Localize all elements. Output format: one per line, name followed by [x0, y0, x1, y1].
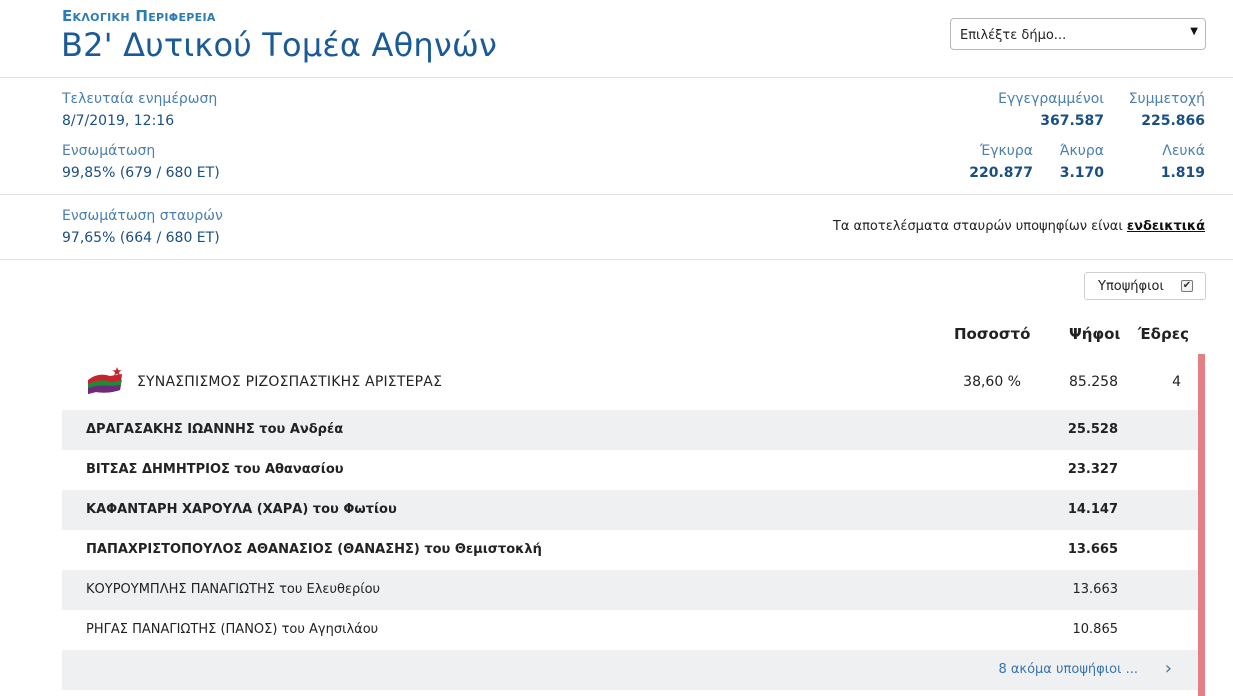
candidate-row: ΚΑΦΑΝΤΑΡΗ ΧΑΡΟΥΛΑ (ΧΑΡΑ) του Φωτίου 14.1… — [62, 490, 1198, 530]
invalid-value: 3.170 — [1059, 165, 1104, 181]
candidate-votes: 13.665 — [1067, 542, 1118, 557]
candidate-votes: 13.663 — [1072, 582, 1119, 597]
candidate-name: ΔΡΑΓΑΣΑΚΗΣ ΙΩΑΝΝΗΣ του Ανδρέα — [86, 422, 344, 437]
municipality-select-placeholder: Επιλέξτε δήμο... — [960, 28, 1067, 43]
valid-label: Έγκυρα — [979, 143, 1033, 159]
candidate-votes: 14.147 — [1067, 502, 1118, 517]
candidate-row: ΠΑΠΑΧΡΙΣΤΟΠΟΥΛΟΣ ΑΘΑΝΑΣΙΟΣ (ΘΑΝΑΣΗΣ) του… — [62, 530, 1198, 570]
party-votes: 85.258 — [1069, 374, 1118, 390]
column-header-votes: Ψήφοι — [1069, 325, 1121, 343]
party-seats: 4 — [1172, 374, 1181, 390]
registered-label: Εγγεγραμμένοι — [998, 91, 1104, 107]
candidate-name: ΚΑΦΑΝΤΑΡΗ ΧΑΡΟΥΛΑ (ΧΑΡΑ) του Φωτίου — [86, 502, 397, 517]
party-row[interactable]: ΣΥΝΑΣΠΙΣΜΟΣ ΡΙΖΟΣΠΑΣΤΙΚΗΣ ΑΡΙΣΤΕΡΑΣ 38,6… — [62, 356, 1198, 410]
last-update-label: Τελευταία ενημέρωση — [62, 91, 218, 107]
candidate-votes: 23.327 — [1067, 462, 1118, 477]
valid-value: 220.877 — [969, 165, 1033, 181]
party-color-bar — [1198, 354, 1205, 696]
blank-label: Λευκά — [1162, 143, 1205, 159]
candidate-row: ΚΟΥΡΟΥΜΠΛΗΣ ΠΑΝΑΓΙΩΤΗΣ του Ελευθερίου 13… — [62, 570, 1198, 610]
column-header-seats: Έδρες — [1138, 325, 1189, 343]
page-title: Β2' Δυτικού Τομέα Αθηνών — [61, 26, 498, 64]
candidate-row: ΒΙΤΣΑΣ ΔΗΜΗΤΡΙΟΣ του Αθανασίου 23.327 — [62, 450, 1198, 490]
cross-integration-label: Ενσωμάτωση σταυρών — [62, 208, 223, 224]
candidates-toggle-label: Υποψήφιοι — [1098, 279, 1164, 294]
indicative-note-text: Τα αποτελέσματα σταυρών υποψηφίων είναι — [832, 219, 1127, 234]
candidate-votes: 25.528 — [1067, 422, 1118, 437]
cross-integration-value: 97,65% (664 / 680 ΕΤ) — [62, 230, 220, 246]
region-type-label: Εκλογικη Περιφερεια — [62, 7, 216, 25]
turnout-label: Συμμετοχή — [1128, 91, 1205, 107]
candidates-toggle[interactable]: Υποψήφιοι ✔ — [1084, 272, 1206, 300]
results-stats: Τελευταία ενημέρωση 8/7/2019, 12:16 Ενσω… — [0, 78, 1233, 195]
turnout-value: 225.866 — [1141, 113, 1205, 129]
party-logo-icon — [88, 367, 122, 394]
candidate-name: ΚΟΥΡΟΥΜΠΛΗΣ ΠΑΝΑΓΙΩΤΗΣ του Ελευθερίου — [86, 582, 381, 597]
more-candidates-row[interactable]: 8 ακόμα υποψήφιοι ... › — [62, 650, 1198, 690]
candidate-votes: 10.865 — [1072, 622, 1119, 637]
candidate-name: ΒΙΤΣΑΣ ΔΗΜΗΤΡΙΟΣ του Αθανασίου — [86, 462, 344, 477]
party-name: ΣΥΝΑΣΠΙΣΜΟΣ ΡΙΖΟΣΠΑΣΤΙΚΗΣ ΑΡΙΣΤΕΡΑΣ — [137, 374, 443, 390]
cross-stats: Ενσωμάτωση σταυρών 97,65% (664 / 680 ΕΤ)… — [0, 195, 1233, 260]
invalid-label: Άκυρα — [1059, 143, 1104, 159]
integration-label: Ενσωμάτωση — [62, 143, 156, 159]
blank-value: 1.819 — [1160, 165, 1205, 181]
integration-value: 99,85% (679 / 680 ΕΤ) — [62, 165, 220, 181]
caret-down-icon: ▼ — [1190, 26, 1198, 37]
registered-value: 367.587 — [1040, 113, 1104, 129]
candidate-name: ΠΑΠΑΧΡΙΣΤΟΠΟΥΛΟΣ ΑΘΑΝΑΣΙΟΣ (ΘΑΝΑΣΗΣ) του… — [86, 542, 542, 557]
page-header: Εκλογικη Περιφερεια Β2' Δυτικού Τομέα Αθ… — [0, 0, 1233, 78]
chevron-right-icon[interactable]: › — [1165, 658, 1172, 679]
column-header-percentage: Ποσοστό — [954, 325, 1031, 343]
party-percentage: 38,60 % — [963, 374, 1021, 390]
indicative-results-note: Τα αποτελέσματα σταυρών υποψηφίων είναι … — [833, 219, 1205, 234]
candidates-checkbox[interactable]: ✔ — [1181, 280, 1193, 292]
candidate-row: ΡΗΓΑΣ ΠΑΝΑΓΙΩΤΗΣ (ΠΑΝΟΣ) του Αγησιλάου 1… — [62, 610, 1198, 650]
municipality-select[interactable]: Επιλέξτε δήμο... ▼ — [950, 18, 1206, 50]
candidate-name: ΡΗΓΑΣ ΠΑΝΑΓΙΩΤΗΣ (ΠΑΝΟΣ) του Αγησιλάου — [86, 622, 379, 637]
candidate-row: ΔΡΑΓΑΣΑΚΗΣ ΙΩΑΝΝΗΣ του Ανδρέα 25.528 — [62, 410, 1198, 450]
last-update-value: 8/7/2019, 12:16 — [62, 113, 175, 129]
indicative-link[interactable]: ενδεικτικά — [1127, 219, 1205, 234]
more-candidates-link[interactable]: 8 ακόμα υποψήφιοι ... — [998, 662, 1138, 677]
